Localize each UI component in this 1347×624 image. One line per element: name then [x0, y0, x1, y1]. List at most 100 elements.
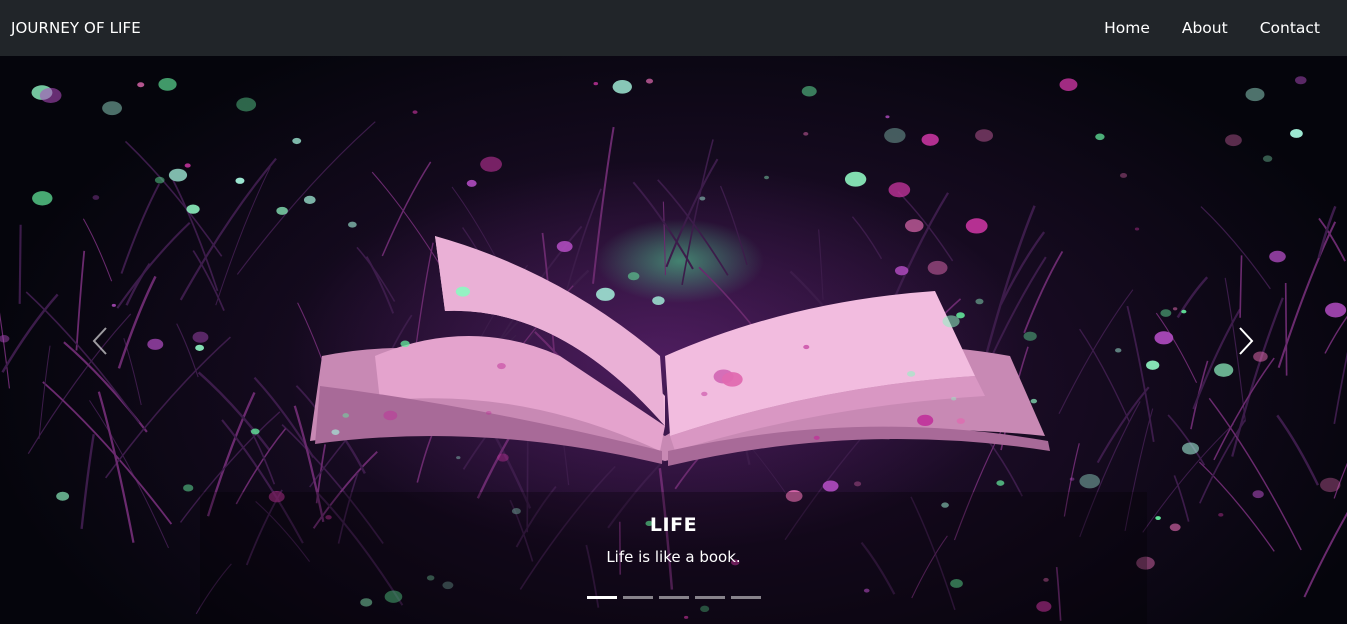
grass-blade	[1284, 282, 1288, 376]
glow-particle	[1320, 477, 1341, 493]
grass-blade	[0, 312, 10, 389]
grass-blade	[365, 256, 395, 314]
grass-blade	[1126, 305, 1155, 443]
glow-particle	[102, 101, 122, 116]
grass-blade	[851, 216, 883, 260]
nav-link-home[interactable]: Home	[1104, 19, 1150, 37]
glow-particle	[822, 480, 839, 492]
glow-particle	[1095, 133, 1105, 141]
glow-particle	[1160, 309, 1172, 317]
grass-blade	[1, 293, 59, 373]
grass-blade	[1239, 255, 1243, 318]
glow-particle	[147, 338, 164, 350]
glow-particle	[701, 391, 708, 397]
grass-blade	[1200, 206, 1271, 290]
grass-blade	[665, 158, 719, 268]
glow-particle	[721, 372, 743, 387]
carousel-indicator[interactable]	[622, 596, 653, 599]
glow-particle	[1245, 87, 1265, 102]
grass-blade	[719, 185, 748, 266]
nav-links: Home About Contact	[1072, 19, 1320, 37]
glow-particle	[111, 303, 116, 307]
chevron-right-icon	[1239, 327, 1254, 355]
carousel-prev-button[interactable]	[70, 314, 130, 368]
glow-particle	[250, 428, 260, 435]
glow-particle	[1059, 78, 1078, 91]
glow-particle	[803, 344, 810, 350]
glow-particle	[885, 115, 890, 119]
glow-particle	[956, 418, 965, 424]
glow-particle	[596, 287, 615, 301]
grass-blade	[1333, 351, 1347, 425]
glow-particle	[154, 176, 165, 184]
glow-particle	[1252, 490, 1264, 499]
slide-caption: Life is like a book.	[606, 548, 741, 566]
glow-particle	[905, 219, 924, 233]
glow-particle	[556, 240, 573, 253]
grass-blade	[818, 229, 824, 300]
carousel-indicator[interactable]	[694, 596, 725, 599]
glow-particle	[813, 435, 820, 440]
grass-blade	[381, 161, 432, 257]
glow-particle	[183, 484, 194, 492]
nav-link-contact[interactable]: Contact	[1260, 19, 1320, 37]
carousel-indicator[interactable]	[586, 596, 617, 599]
glow-particle	[331, 429, 340, 435]
glow-particle	[917, 414, 934, 426]
glow-particle	[292, 137, 302, 145]
glow-particle	[342, 413, 350, 418]
glow-particle	[348, 221, 357, 228]
glow-particle	[894, 265, 909, 276]
grass-blade	[176, 323, 199, 378]
grass-blade	[215, 166, 271, 306]
grass-blade	[253, 376, 315, 458]
grass-blade	[1058, 289, 1134, 415]
glow-particle	[32, 191, 53, 206]
glow-particle	[56, 491, 70, 501]
glow-particle	[158, 77, 177, 91]
carousel-next-button[interactable]	[1216, 314, 1276, 368]
glow-particle	[652, 296, 665, 306]
glow-particle	[1295, 76, 1307, 85]
grass-blade	[192, 250, 225, 311]
grass-blade	[1198, 461, 1275, 552]
glow-particle	[39, 87, 62, 104]
glow-particle	[1181, 309, 1187, 314]
grass-blade	[1079, 328, 1130, 423]
glow-particle	[888, 182, 911, 198]
glow-particle	[1119, 172, 1128, 178]
glow-particle	[236, 97, 257, 112]
nav-link-about[interactable]: About	[1182, 19, 1228, 37]
glow-particle	[956, 312, 965, 319]
glow-particle	[1182, 442, 1200, 455]
glow-particle	[383, 410, 398, 421]
glow-particle	[137, 82, 145, 88]
grass-blade	[82, 218, 113, 282]
glow-particle	[485, 410, 492, 415]
glow-particle	[907, 371, 916, 377]
navbar: JOURNEY OF LIFE Home About Contact	[0, 0, 1347, 56]
glow-particle	[1269, 250, 1286, 263]
carousel-indicators	[0, 596, 1347, 599]
brand-link[interactable]: JOURNEY OF LIFE	[11, 19, 141, 37]
glow-particle	[975, 298, 984, 305]
glow-particle	[497, 362, 506, 370]
glow-particle	[1115, 348, 1122, 353]
carousel-indicator[interactable]	[658, 596, 689, 599]
glow-particle	[1262, 155, 1273, 162]
glow-particle	[645, 78, 654, 84]
glow-particle	[1146, 360, 1160, 370]
glow-particle	[1069, 477, 1075, 481]
carousel-indicator[interactable]	[730, 596, 761, 599]
glow-particle	[1154, 331, 1174, 345]
glow-particle	[480, 156, 502, 172]
grass-blade	[1317, 205, 1337, 259]
glow-particle	[303, 195, 316, 204]
grass-blade	[1023, 250, 1064, 334]
glow-particle	[612, 80, 632, 94]
grass-blade	[42, 381, 173, 525]
glow-particle	[844, 171, 867, 187]
glow-particle	[884, 128, 906, 144]
glow-particle	[927, 260, 948, 275]
glow-particle	[497, 453, 509, 462]
